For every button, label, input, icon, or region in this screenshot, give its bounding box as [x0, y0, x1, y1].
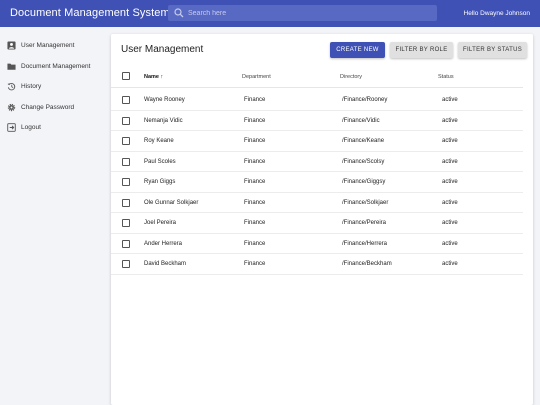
user-directory: /Finance/Herrera	[342, 240, 388, 247]
user-status: active	[442, 240, 458, 247]
account-box-icon	[7, 41, 16, 50]
sidebar-item-label: History	[21, 83, 42, 90]
user-directory: /Finance/Scolsy	[342, 158, 385, 165]
filter-by-role-button[interactable]: FILTER BY ROLE	[390, 42, 453, 58]
user-department: Finance	[244, 240, 266, 247]
user-directory: /Finance/Beckham	[342, 261, 392, 267]
user-status: active	[442, 179, 458, 185]
user-name: Roy Keane	[144, 138, 174, 144]
row-checkbox[interactable]	[122, 219, 130, 227]
user-directory: /Finance/Pereira	[342, 220, 387, 226]
user-name: Ole Gunnar Solkjaer	[144, 199, 199, 206]
row-checkbox[interactable]	[122, 116, 130, 125]
table-row[interactable]: Ryan Giggs Finance /Finance/Giggsy activ…	[111, 172, 523, 193]
select-all-checkbox[interactable]	[122, 72, 130, 80]
sidebar-item-label: Change Password	[21, 103, 75, 111]
user-department: Finance	[244, 179, 266, 185]
settings-icon	[7, 103, 16, 111]
logout-icon	[7, 123, 16, 132]
table-row[interactable]: Wayne Rooney Finance /Finance/Rooney act…	[111, 90, 523, 111]
user-status: active	[442, 117, 458, 124]
table-row[interactable]: David Beckham Finance /Finance/Beckham a…	[111, 254, 523, 275]
user-department: Finance	[244, 117, 266, 124]
user-directory: /Finance/Vidic	[342, 117, 380, 124]
user-department: Finance	[244, 220, 266, 226]
user-department: Finance	[244, 261, 266, 267]
row-checkbox[interactable]	[122, 96, 130, 104]
table-header: Name ↑ Department Directory Status	[111, 66, 523, 88]
table-row[interactable]: Ander Herrera Finance /Finance/Herrera a…	[111, 234, 523, 254]
user-department: Finance	[244, 158, 266, 165]
user-status: active	[442, 158, 458, 165]
row-checkbox[interactable]	[122, 157, 130, 166]
sidebar-item-logout[interactable]: Logout	[0, 118, 111, 138]
search-icon	[174, 8, 184, 18]
sidebar-item-label: Logout	[21, 124, 41, 131]
user-department: Finance	[244, 199, 266, 206]
row-checkbox[interactable]	[122, 137, 130, 145]
user-status: active	[442, 220, 458, 226]
sidebar-item-label: Document Management	[21, 62, 91, 70]
row-checkbox[interactable]	[122, 260, 130, 268]
user-greeting: Hello Dwayne Johnson	[463, 10, 530, 17]
history-icon	[7, 83, 16, 91]
table-row[interactable]: Ole Gunnar Solkjaer Finance /Finance/Sol…	[111, 193, 523, 213]
app-title: Document Management System	[10, 7, 170, 19]
user-name: Joel Pereira	[144, 220, 177, 226]
table-row[interactable]: Joel Pereira Finance /Finance/Pereira ac…	[111, 213, 523, 234]
user-status: active	[442, 261, 458, 267]
sidebar-item-change-password[interactable]: Change Password	[0, 98, 111, 118]
column-header-name[interactable]: Name ↑	[144, 74, 163, 81]
sidebar-item-history[interactable]: History	[0, 77, 111, 97]
user-name: Ryan Giggs	[144, 179, 176, 185]
column-header-status[interactable]: Status	[438, 74, 454, 81]
user-department: Finance	[244, 138, 266, 144]
sidebar: User Management Document Management Hist…	[0, 27, 111, 405]
sidebar-item-label: User Management	[21, 42, 75, 49]
user-name: Wayne Rooney	[144, 97, 185, 103]
column-header-name-label: Name	[144, 74, 159, 80]
app-bar: Document Management System Hello Dwayne …	[0, 0, 540, 27]
table-row[interactable]: Paul Scoles Finance /Finance/Scolsy acti…	[111, 152, 523, 172]
page-title: User Management	[121, 44, 204, 55]
user-status: active	[442, 97, 458, 103]
create-new-button[interactable]: CREATE NEW	[330, 42, 385, 58]
search-box[interactable]	[168, 5, 437, 21]
user-management-panel: User Management CREATE NEW FILTER BY ROL…	[111, 34, 533, 405]
user-directory: /Finance/Keane	[342, 138, 385, 144]
user-status: active	[442, 138, 458, 144]
user-name: Ander Herrera	[144, 240, 183, 247]
sidebar-item-user-management[interactable]: User Management	[0, 36, 111, 56]
user-directory: /Finance/Rooney	[342, 97, 388, 103]
row-checkbox[interactable]	[122, 198, 130, 207]
table-row[interactable]: Nemanja Vidic Finance /Finance/Vidic act…	[111, 111, 523, 131]
table-row[interactable]: Roy Keane Finance /Finance/Keane active	[111, 131, 523, 152]
user-name: Nemanja Vidic	[144, 117, 183, 124]
user-status: active	[442, 199, 458, 206]
sidebar-item-document-management[interactable]: Document Management	[0, 57, 111, 77]
user-name: David Beckham	[144, 261, 187, 267]
column-header-directory[interactable]: Directory	[340, 74, 362, 81]
sort-ascending-icon[interactable]: ↑	[161, 74, 164, 80]
folder-icon	[7, 63, 16, 70]
row-checkbox[interactable]	[122, 239, 130, 248]
column-header-department[interactable]: Department	[242, 74, 271, 81]
user-directory: /Finance/Giggsy	[342, 179, 386, 185]
filter-by-status-button[interactable]: FILTER BY STATUS	[458, 42, 527, 58]
user-directory: /Finance/Solkjaer	[342, 199, 389, 206]
user-department: Finance	[244, 97, 266, 103]
user-name: Paul Scoles	[144, 158, 176, 165]
row-checkbox[interactable]	[122, 178, 130, 186]
search-input[interactable]	[188, 5, 428, 21]
